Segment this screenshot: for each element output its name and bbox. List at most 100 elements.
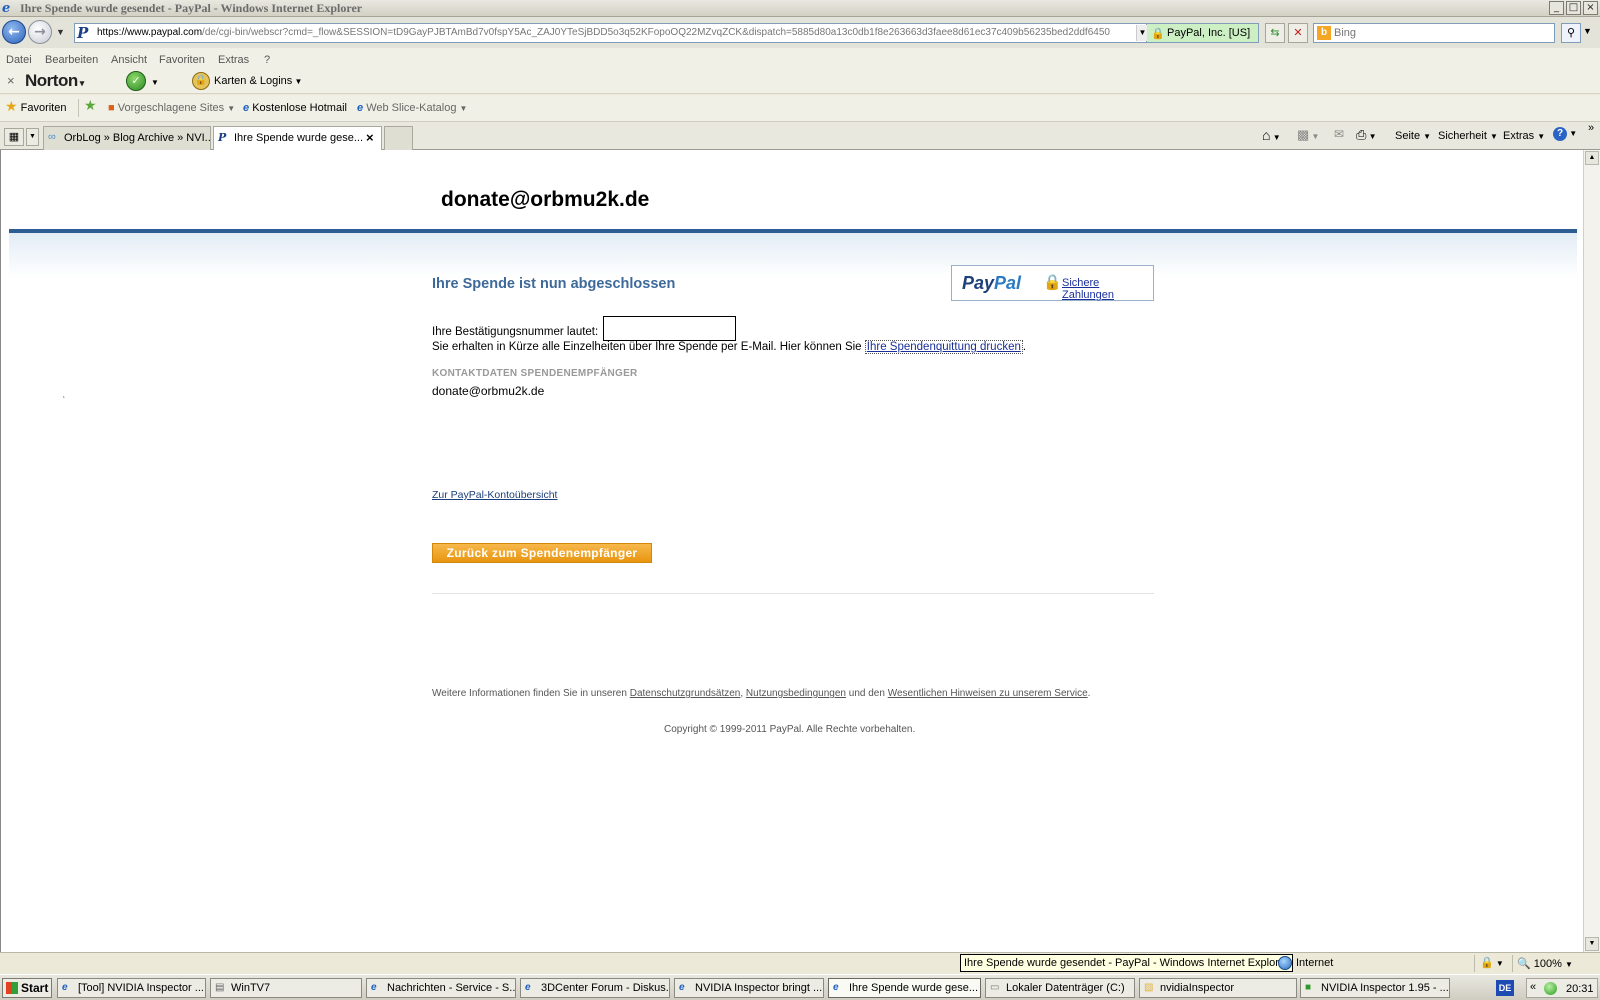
- help-button[interactable]: ? ▼: [1553, 127, 1577, 141]
- page-content: donate@orbmu2k.de Ihre Spende ist nun ab…: [0, 150, 1583, 952]
- vertical-scrollbar[interactable]: ▲ ▼: [1583, 150, 1600, 952]
- language-indicator[interactable]: DE: [1496, 980, 1514, 996]
- secure-payments-link[interactable]: Sichere Zahlungen: [1062, 277, 1153, 301]
- menu-view[interactable]: Ansicht: [111, 54, 147, 66]
- page-menu[interactable]: Seite ▼: [1395, 130, 1431, 142]
- menu-help[interactable]: ?: [264, 54, 270, 66]
- security-report[interactable]: 🔒 PayPal, Inc. [US]: [1147, 23, 1259, 43]
- window-title-bar: e Ihre Spende wurde gesendet - PayPal - …: [0, 0, 1600, 17]
- print-button[interactable]: ⎙ ▼: [1356, 127, 1377, 143]
- feeds-button[interactable]: ▩ ▼: [1297, 127, 1319, 143]
- start-button[interactable]: Start: [2, 978, 52, 998]
- content-divider: [432, 593, 1154, 594]
- clock[interactable]: 20:31: [1566, 983, 1594, 995]
- identity-safe-icon: 🔒: [192, 72, 210, 90]
- status-bar: Ihre Spende wurde gesendet - PayPal - Wi…: [0, 952, 1600, 974]
- orblog-favicon-icon: ∞: [48, 131, 56, 143]
- close-window-button[interactable]: ×: [1583, 1, 1598, 15]
- paypal-secure-badge: PayPal 🔒 Sichere Zahlungen: [951, 265, 1154, 301]
- taskbar-item[interactable]: e Nachrichten - Service - S...: [366, 978, 516, 998]
- window-title: Ihre Spende wurde gesendet - PayPal - Wi…: [20, 1, 363, 15]
- taskbar-item[interactable]: ■ NVIDIA Inspector 1.95 - ...: [1300, 978, 1450, 998]
- taskbar-item[interactable]: ▧ nvidiaInspector: [1139, 978, 1297, 998]
- suggested-sites-link[interactable]: ■ Vorgeschlagene Sites ▼: [108, 102, 235, 114]
- copyright: Copyright © 1999-2011 PayPal. Alle Recht…: [664, 724, 916, 735]
- favorites-button[interactable]: ★ Favoriten: [5, 99, 66, 115]
- search-box[interactable]: b: [1313, 23, 1555, 43]
- refresh-button[interactable]: ⇆: [1265, 23, 1285, 43]
- terms-link[interactable]: Nutzungsbedingungen: [746, 688, 846, 699]
- taskbar-item[interactable]: e [Tool] NVIDIA Inspector ...: [57, 978, 206, 998]
- zoom-button[interactable]: 🔍 100% ▼: [1517, 957, 1573, 970]
- footer-links: Weitere Informationen finden Sie in unse…: [432, 688, 1091, 699]
- help-icon: ?: [1553, 127, 1567, 141]
- menu-favorites[interactable]: Favoriten: [159, 54, 205, 66]
- cards-logins-button[interactable]: Karten & Logins ▼: [214, 75, 302, 87]
- url-text[interactable]: https://www.paypal.com/de/cgi-bin/webscr…: [97, 27, 1127, 38]
- minimize-button[interactable]: _: [1549, 1, 1564, 15]
- scroll-down-button[interactable]: ▼: [1585, 937, 1599, 951]
- privacy-link[interactable]: Datenschutzgrundsätzen: [630, 688, 741, 699]
- address-bar[interactable]: P https://www.paypal.com/de/cgi-bin/webs…: [74, 23, 1148, 43]
- close-toolbar-icon[interactable]: ×: [7, 73, 15, 88]
- new-tab-button[interactable]: [384, 126, 413, 150]
- mail-icon: ✉: [1334, 127, 1345, 141]
- taskbar-item[interactable]: ▤ WinTV7: [210, 978, 362, 998]
- tray-app-icon[interactable]: [1544, 982, 1557, 995]
- maximize-button[interactable]: □: [1566, 1, 1581, 15]
- toolbar-overflow-chevron[interactable]: »: [1588, 122, 1594, 134]
- add-favorite-button[interactable]: ★: [84, 98, 97, 114]
- account-overview-link[interactable]: Zur PayPal-Kontoübersicht: [432, 489, 557, 501]
- forward-button[interactable]: →: [28, 20, 52, 44]
- status-divider: [1512, 955, 1513, 972]
- service-notes-link[interactable]: Wesentlichen Hinweisen zu unserem Servic…: [888, 688, 1088, 699]
- windows-logo-icon: [6, 982, 18, 994]
- home-button[interactable]: ⌂ ▼: [1262, 127, 1281, 143]
- return-to-recipient-button[interactable]: Zurück zum Spendenempfänger: [432, 543, 652, 563]
- scroll-up-button[interactable]: ▲: [1585, 151, 1599, 165]
- tab-orblog[interactable]: ∞ OrbLog » Blog Archive » NVI...: [43, 126, 211, 150]
- norton-safe-web-icon[interactable]: ✓: [126, 71, 146, 91]
- contact-heading: KONTAKTDATEN SPENDENEMPFÄNGER: [432, 368, 638, 379]
- tab-paypal[interactable]: P Ihre Spende wurde gese... ×: [213, 126, 382, 151]
- norton-logo[interactable]: Norton ▾: [25, 71, 84, 91]
- printer-icon: ⎙: [1356, 127, 1367, 142]
- menu-file[interactable]: Datei: [6, 54, 32, 66]
- tooltip: Ihre Spende wurde gesendet - PayPal - Wi…: [960, 954, 1293, 972]
- stop-button[interactable]: ✕: [1288, 23, 1308, 43]
- close-tab-icon[interactable]: ×: [366, 130, 374, 145]
- menu-tools[interactable]: Extras: [218, 54, 249, 66]
- search-button[interactable]: ⚲: [1561, 23, 1581, 43]
- safety-menu[interactable]: Sicherheit ▼: [1438, 130, 1498, 142]
- tray-expand-icon[interactable]: «: [1530, 981, 1536, 993]
- ie-page-icon: e: [243, 102, 250, 114]
- hotmail-link[interactable]: e Kostenlose Hotmail: [243, 102, 347, 114]
- web-slice-gallery-link[interactable]: e Web Slice-Katalog ▼: [357, 102, 467, 114]
- magnifier-icon: ⚲: [1566, 27, 1576, 39]
- search-options-dropdown[interactable]: ▼: [1583, 26, 1592, 36]
- taskbar-item-active[interactable]: e Ihre Spende wurde gese...: [828, 978, 981, 998]
- paypal-favicon-icon: P: [77, 24, 89, 42]
- protected-mode-button[interactable]: 🔒 ▼: [1480, 956, 1504, 969]
- tools-menu[interactable]: Extras ▼: [1503, 130, 1545, 142]
- ie-icon: e: [525, 982, 531, 993]
- tab-bar: ▦ ▼ ∞ OrbLog » Blog Archive » NVI... P I…: [0, 122, 1600, 151]
- safe-web-dropdown[interactable]: ▼: [151, 78, 159, 87]
- menu-edit[interactable]: Bearbeiten: [45, 54, 98, 66]
- recent-pages-dropdown[interactable]: ▼: [56, 27, 65, 37]
- search-input[interactable]: [1334, 26, 1544, 40]
- refresh-icon: ⇆: [1270, 26, 1280, 39]
- quick-tabs-icon: ▦: [8, 131, 20, 143]
- read-mail-button[interactable]: ✉: [1334, 127, 1344, 141]
- print-receipt-link[interactable]: Ihre Spendenquittung drucken: [864, 340, 1023, 354]
- taskbar: Start e [Tool] NVIDIA Inspector ... ▤ WinT…: [0, 974, 1600, 1000]
- tab-list-dropdown[interactable]: ▼: [26, 128, 39, 146]
- security-zone[interactable]: Internet: [1296, 957, 1333, 969]
- forward-arrow-icon: →: [34, 24, 46, 40]
- taskbar-item[interactable]: e NVIDIA Inspector bringt ...: [674, 978, 824, 998]
- quick-tabs-button[interactable]: ▦: [4, 128, 24, 146]
- taskbar-item[interactable]: ▭ Lokaler Datenträger (C:): [985, 978, 1135, 998]
- taskbar-item[interactable]: e 3DCenter Forum - Diskus...: [520, 978, 670, 998]
- status-divider: [1474, 955, 1475, 972]
- back-button[interactable]: ←: [2, 20, 26, 44]
